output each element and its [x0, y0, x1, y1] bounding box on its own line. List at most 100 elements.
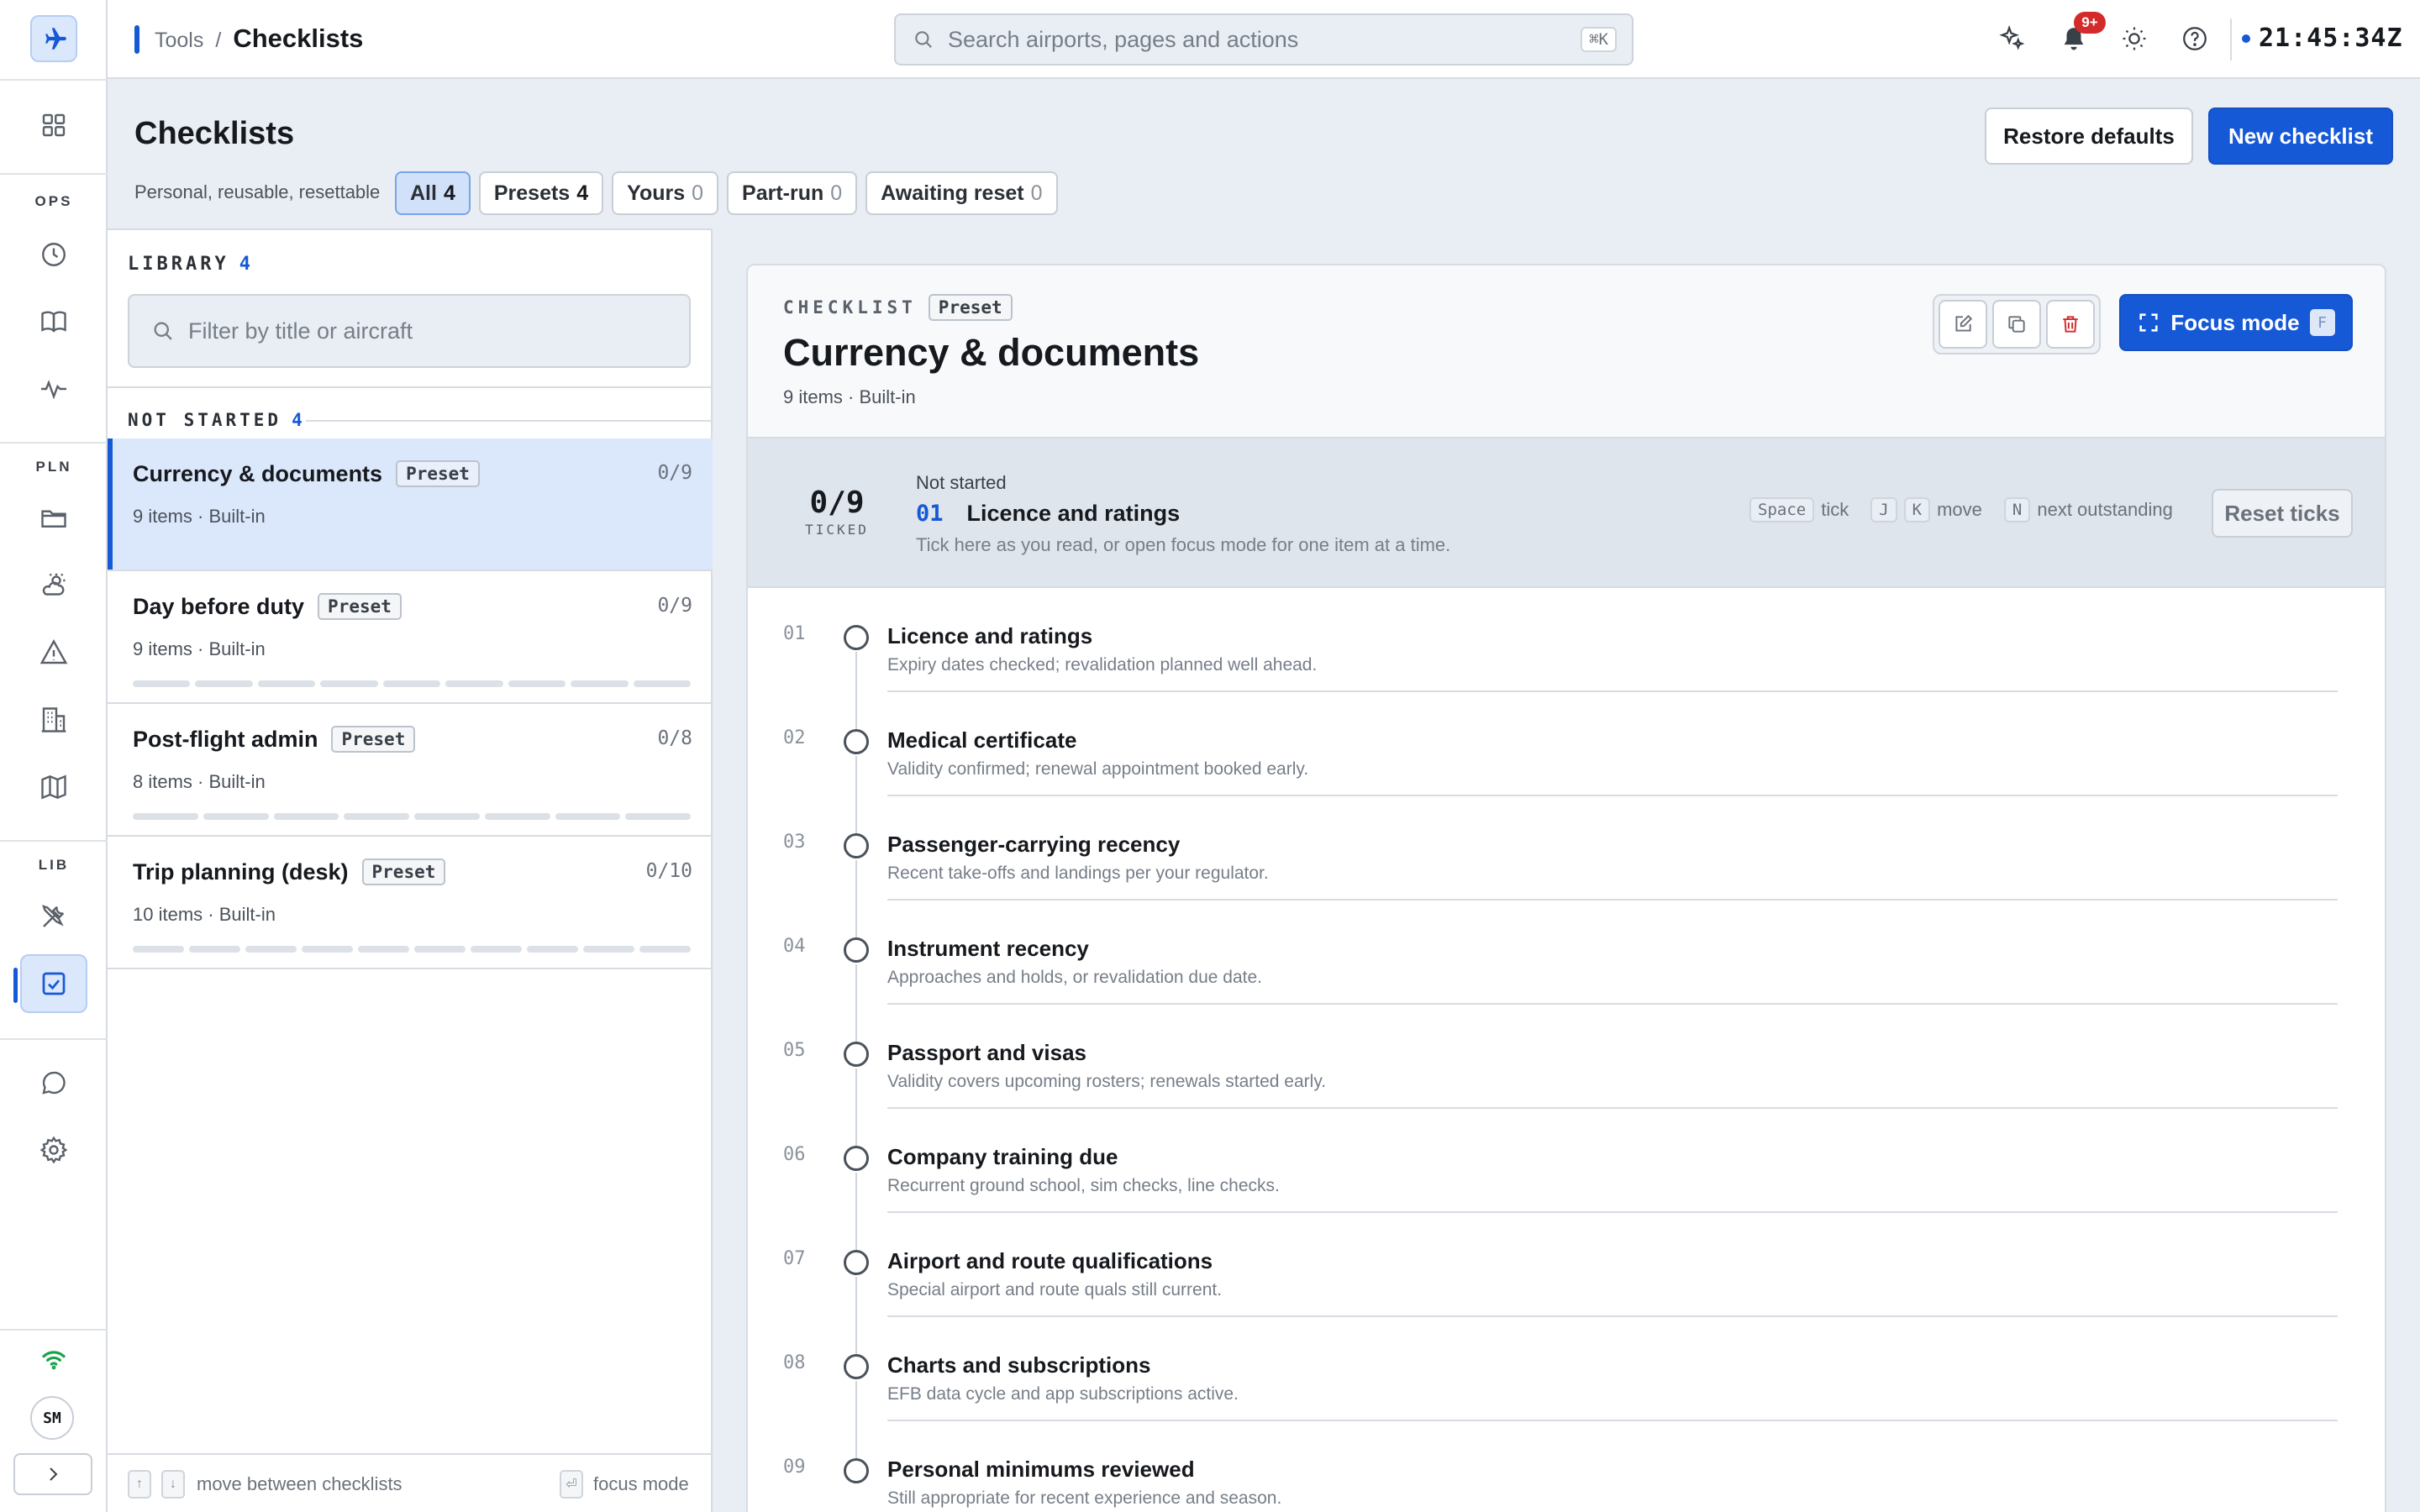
progress-segment — [382, 680, 441, 687]
duplicate-button[interactable] — [1992, 300, 2041, 349]
checklist-item[interactable]: 07 Airport and route qualifications Spec… — [748, 1213, 2385, 1354]
global-search[interactable]: Search airports, pages and actions ⌘K — [894, 13, 1634, 66]
sidebar-item-chat[interactable] — [20, 1053, 87, 1112]
avatar[interactable]: SM — [30, 1396, 74, 1440]
progress-segments — [133, 680, 691, 687]
current-item-number: 01 — [916, 501, 944, 527]
tab-label: Awaiting reset — [881, 181, 1024, 205]
item-title: Airport and route qualifications — [887, 1248, 1213, 1273]
focus-mode-label: Focus mode — [2170, 309, 2300, 335]
notification-badge: 9+ — [2074, 12, 2106, 34]
item-checkbox[interactable] — [844, 937, 869, 963]
sidebar-item-settings[interactable] — [20, 1121, 87, 1179]
progress-segment — [571, 680, 629, 687]
checklist-item[interactable]: 09 Personal minimums reviewed Still appr… — [748, 1421, 2385, 1512]
reset-ticks-button[interactable]: Reset ticks — [2212, 489, 2353, 538]
sidebar-item-dashboard[interactable] — [20, 96, 87, 155]
library-count: 4 — [239, 254, 254, 275]
restore-defaults-button[interactable]: Restore defaults — [1985, 108, 2193, 165]
page-title: Checklists — [134, 116, 295, 151]
checklist-item[interactable]: 04 Instrument recency Approaches and hol… — [748, 900, 2385, 1042]
item-checkbox[interactable] — [844, 833, 869, 858]
library-item-currency[interactable]: Currency & documents Preset 9 items · Bui… — [108, 438, 713, 571]
new-checklist-button[interactable]: New checklist — [2208, 108, 2393, 165]
item-checkbox[interactable] — [844, 729, 869, 754]
sidebar-item-logbook[interactable] — [20, 292, 87, 351]
filter-tabs: All 4 Presets 4 Yours 0 Part-run 0 Awaiting … — [395, 171, 1058, 215]
expand-icon — [2139, 313, 2159, 332]
sidebar-item-clock[interactable] — [20, 225, 87, 284]
item-number: 07 — [783, 1248, 806, 1269]
sidebar-item-map[interactable] — [20, 758, 87, 816]
ai-assist-button[interactable] — [1991, 18, 2032, 59]
library-footer: ↑ ↓ move between checklists ⏎ focus mode — [108, 1453, 713, 1512]
library-item-trip-planning[interactable]: Trip planning (desk) Preset 10 items · Bu… — [108, 837, 713, 969]
sidebar-divider — [0, 79, 108, 81]
checklist-item[interactable]: 05 Passport and visas Validity covers up… — [748, 1005, 2385, 1146]
sidebar-item-weather[interactable] — [20, 556, 87, 615]
checklist-item[interactable]: 06 Company training due Recurrent ground… — [748, 1109, 2385, 1250]
item-number: 09 — [783, 1457, 806, 1478]
current-item-title: Licence and ratings — [966, 501, 1181, 526]
ticked-value: 0/9 — [809, 486, 865, 520]
library-filter[interactable]: Filter by title or aircraft — [128, 294, 691, 368]
item-checkbox[interactable] — [844, 625, 869, 650]
item-checkbox[interactable] — [844, 1146, 869, 1171]
item-number: 05 — [783, 1040, 806, 1061]
library-filter-input[interactable]: Filter by title or aircraft — [188, 318, 413, 344]
search-input[interactable]: Search airports, pages and actions — [948, 27, 1298, 53]
expand-sidebar-button[interactable] — [13, 1453, 92, 1495]
library-item-meta: 8 items · Built-in — [133, 771, 266, 792]
library-item-day-before-duty[interactable]: Day before duty Preset 9 items · Built-in… — [108, 571, 713, 704]
checklist-item[interactable]: 03 Passenger-carrying recency Recent tak… — [748, 796, 2385, 937]
item-description: Recurrent ground school, sim checks, lin… — [887, 1176, 1280, 1195]
copy-icon — [2008, 316, 2025, 333]
item-title: Passport and visas — [887, 1040, 1086, 1065]
progress-segment — [344, 813, 409, 820]
item-checkbox[interactable] — [844, 1042, 869, 1067]
checklist-actions — [1933, 294, 2101, 354]
group-count: 4 — [292, 410, 306, 430]
edit-button[interactable] — [1939, 300, 1987, 349]
checklist-item[interactable]: 08 Charts and subscriptions EFB data cyc… — [748, 1317, 2385, 1458]
breadcrumb-parent[interactable]: Tools — [155, 29, 203, 53]
plane-icon — [45, 28, 66, 50]
progress-segment — [273, 813, 339, 820]
building-icon — [41, 707, 66, 732]
library-item-post-flight-admin[interactable]: Post-flight admin Preset 8 items · Built-… — [108, 704, 713, 837]
tab-label: Presets — [493, 181, 571, 205]
breadcrumb-current: Checklists — [233, 24, 364, 53]
item-title: Company training due — [887, 1144, 1118, 1169]
help-button[interactable] — [2175, 18, 2215, 59]
sidebar-item-activity[interactable] — [20, 360, 87, 418]
sun-icon — [2123, 27, 2146, 50]
tab-all[interactable]: All 4 — [395, 171, 471, 215]
item-number: 03 — [783, 832, 806, 853]
delete-button[interactable] — [2046, 300, 2095, 349]
item-description: Approaches and holds, or revalidation du… — [887, 968, 1262, 987]
theme-toggle-button[interactable] — [2114, 18, 2154, 59]
item-number: 06 — [783, 1144, 806, 1165]
tab-label: All — [410, 181, 437, 205]
sidebar-item-hazards[interactable] — [20, 623, 87, 682]
progress-segment — [583, 946, 634, 953]
focus-mode-button[interactable]: Focus mode F — [2119, 294, 2353, 351]
app-logo[interactable] — [30, 15, 77, 62]
item-checkbox[interactable] — [844, 1250, 869, 1275]
preset-tag: Preset — [331, 726, 416, 753]
sidebar-item-trips[interactable] — [20, 489, 87, 548]
sidebar-item-tools[interactable] — [20, 887, 87, 946]
item-checkbox[interactable] — [844, 1458, 869, 1483]
tab-yours[interactable]: Yours 0 — [612, 171, 719, 215]
tab-part-run[interactable]: Part-run 0 — [727, 171, 858, 215]
notifications-button[interactable]: 9+ — [2054, 12, 2106, 59]
sidebar-item-facilities[interactable] — [20, 690, 87, 749]
tab-presets[interactable]: Presets 4 — [478, 171, 604, 215]
item-checkbox[interactable] — [844, 1354, 869, 1379]
sidebar-section-lib: LIB — [38, 857, 70, 873]
tab-awaiting-reset[interactable]: Awaiting reset 0 — [865, 171, 1058, 215]
checklist-item[interactable]: 01 Licence and ratings Expiry dates chec… — [748, 588, 2385, 729]
sidebar-item-checklists[interactable] — [13, 954, 87, 1013]
checklist-meta: 9 items · Built-in — [783, 386, 916, 407]
checklist-item[interactable]: 02 Medical certificate Validity confirme… — [748, 692, 2385, 833]
